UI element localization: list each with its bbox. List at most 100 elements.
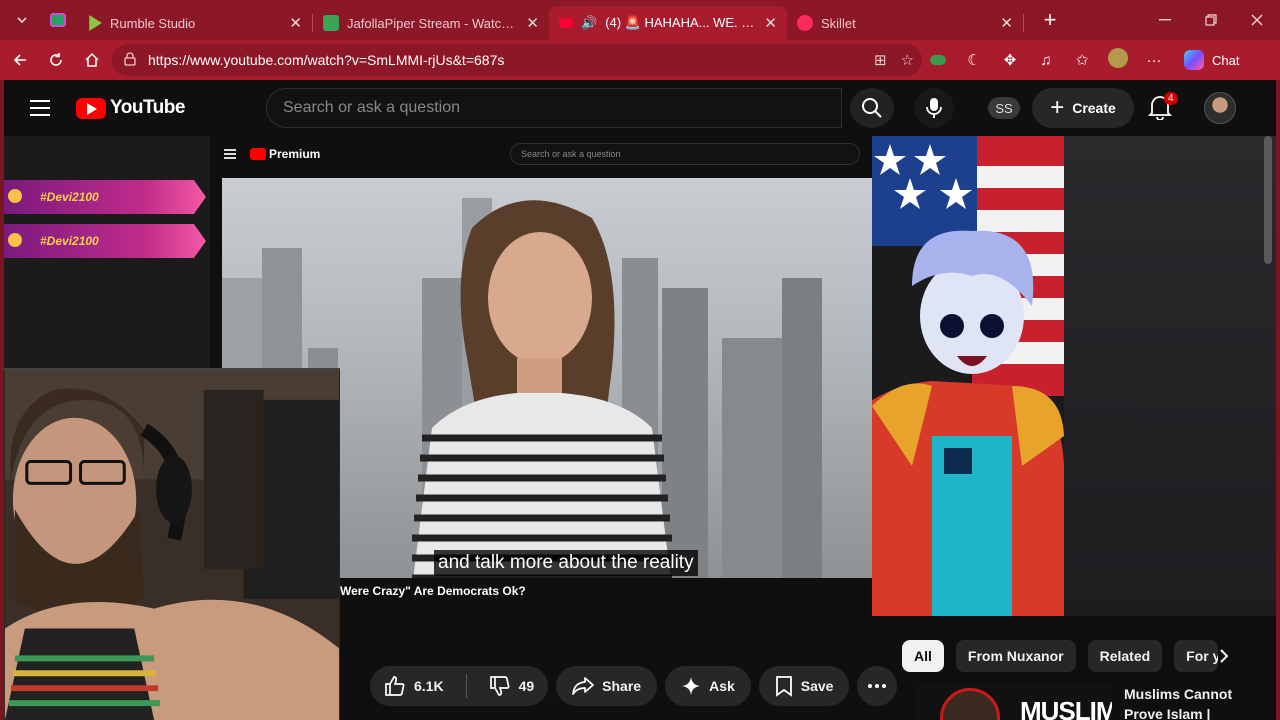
favorites-icon[interactable]: ✩ <box>1072 51 1092 69</box>
copilot-chat-button[interactable]: Chat <box>1184 46 1239 74</box>
plus-icon: + <box>1050 94 1065 121</box>
inner-youtube-header: Premium Search or ask a question <box>210 136 878 174</box>
tab-label: (4) 🚨 HAHAHA... WE. JUST. W <box>605 15 757 30</box>
chevron-right-icon <box>1220 649 1229 663</box>
related-filter-chips: All From Nuxanor Related For y <box>902 640 1219 672</box>
recommended-video-title[interactable]: Muslims Cannot Prove Islam | <box>1124 684 1254 720</box>
more-options-icon[interactable]: ··· <box>1144 52 1164 69</box>
profile-avatar-icon[interactable] <box>1108 48 1128 72</box>
streamer-webcam <box>4 368 340 720</box>
youtube-page: YouTube SS + Create 4 <box>4 80 1276 720</box>
chip-all[interactable]: All <box>902 640 944 672</box>
overlay-tag: #Devi2100 <box>4 180 206 214</box>
more-actions-button[interactable] <box>857 666 898 706</box>
inner-menu-icon <box>224 149 236 159</box>
tab-label: Rumble Studio <box>110 15 196 31</box>
favorite-star-icon[interactable]: ☆ <box>901 51 914 69</box>
restore-button[interactable] <box>1188 0 1234 40</box>
ss-badge[interactable]: SS <box>988 97 1020 119</box>
stream-overlay-panel: #Devi2100 #Devi2100 <box>4 136 210 376</box>
dark-reader-moon-icon[interactable]: ☾ <box>964 51 984 69</box>
media-control-icon[interactable]: ♫ <box>1036 52 1056 69</box>
new-tab-button[interactable]: + <box>1030 4 1070 36</box>
video-caption: and talk more about the reality <box>434 550 698 576</box>
lock-icon[interactable] <box>124 51 138 69</box>
tab-rumble-studio[interactable]: Rumble Studio ✕ <box>76 6 312 40</box>
tab-youtube-active[interactable]: 🔊 (4) 🚨 HAHAHA... WE. JUST. W ✕ <box>549 6 787 40</box>
chips-next-button[interactable] <box>1208 640 1240 672</box>
workspaces-icon[interactable] <box>40 4 76 36</box>
recommended-video-thumbnail[interactable]: MUSLIMS <box>916 684 1112 720</box>
tab-label: Skillet <box>821 15 856 31</box>
home-icon <box>85 52 99 67</box>
share-button[interactable]: Share <box>556 666 658 706</box>
home-button[interactable] <box>74 44 110 76</box>
url-bar[interactable]: https://www.youtube.com/watch?v=SmLMMI-r… <box>112 44 922 76</box>
youtube-music-favicon-icon <box>797 15 813 31</box>
save-label: Save <box>800 678 834 694</box>
kick-favicon-icon <box>323 15 339 31</box>
voice-search-button[interactable] <box>914 88 954 128</box>
like-count: 6.1K <box>414 678 444 694</box>
tab-divider <box>1023 14 1024 32</box>
inner-video-title: Were Crazy" Are Democrats Ok? <box>340 584 526 598</box>
address-toolbar: https://www.youtube.com/watch?v=SmLMMI-r… <box>0 40 1280 80</box>
rumble-favicon-icon <box>89 15 102 31</box>
vtuber-avatar-overlay <box>872 136 1064 616</box>
tab-actions-chevron-icon[interactable] <box>4 4 40 36</box>
building <box>722 338 782 578</box>
youtube-header: YouTube SS + Create 4 <box>4 80 1276 136</box>
ask-label: Ask <box>709 678 735 694</box>
extension-toggle-icon[interactable] <box>928 52 948 69</box>
search-input[interactable] <box>283 99 841 117</box>
tab-label: JafollaPiper Stream - Watch Live o <box>347 15 518 31</box>
back-button[interactable] <box>2 44 38 76</box>
app-available-icon[interactable]: ⊞ <box>874 51 887 69</box>
close-tab-icon[interactable]: ✕ <box>764 14 777 32</box>
more-horizontal-icon <box>868 684 887 688</box>
like-dislike-group: 6.1K 49 <box>370 666 549 706</box>
building <box>782 278 822 578</box>
search-button[interactable] <box>850 88 894 128</box>
share-label: Share <box>602 678 642 694</box>
thumbs-up-icon <box>385 676 405 696</box>
close-tab-icon[interactable]: ✕ <box>1000 14 1013 32</box>
search-icon <box>862 98 882 118</box>
chat-label: Chat <box>1212 52 1240 68</box>
minimize-button[interactable] <box>1142 0 1188 40</box>
video-actions-bar: 6.1K 49 Share Ask Save <box>370 666 898 706</box>
hamburger-menu-icon[interactable] <box>28 96 52 120</box>
inner-youtube-logo: Premium <box>250 147 320 161</box>
copilot-icon <box>1184 50 1204 70</box>
extensions-puzzle-icon[interactable]: ✥ <box>1000 51 1020 69</box>
refresh-icon <box>50 53 62 66</box>
refresh-button[interactable] <box>38 44 74 76</box>
search-box[interactable] <box>266 88 842 128</box>
close-tab-icon[interactable]: ✕ <box>526 14 539 32</box>
like-button[interactable]: 6.1K <box>370 666 458 706</box>
save-button[interactable]: Save <box>758 666 850 706</box>
dislike-count: 49 <box>518 678 535 694</box>
chip-related[interactable]: Related <box>1087 640 1163 672</box>
chip-from-nuxanor[interactable]: From Nuxanor <box>955 640 1076 672</box>
account-avatar[interactable] <box>1204 92 1236 124</box>
close-window-button[interactable] <box>1234 0 1280 40</box>
bookmark-icon <box>775 676 792 697</box>
notification-count-badge: 4 <box>1164 92 1178 105</box>
url-text[interactable]: https://www.youtube.com/watch?v=SmLMMI-r… <box>148 52 504 68</box>
ask-button[interactable]: Ask <box>665 666 751 706</box>
plus-icon: + <box>1043 7 1057 32</box>
interviewee-person <box>412 200 672 578</box>
dislike-button[interactable]: 49 <box>475 666 549 706</box>
youtube-logo[interactable]: YouTube <box>76 97 185 119</box>
page-scrollbar[interactable] <box>1264 136 1272 264</box>
create-label: Create <box>1072 100 1116 116</box>
speaker-icon[interactable]: 🔊 <box>581 15 597 31</box>
browser-window: Rumble Studio ✕ JafollaPiper Stream - Wa… <box>0 0 1280 720</box>
tab-skillet[interactable]: Skillet ✕ <box>787 6 1023 40</box>
notifications-button[interactable]: 4 <box>1147 92 1178 122</box>
create-button[interactable]: + Create <box>1032 88 1134 128</box>
tab-jafollapiper-stream[interactable]: JafollaPiper Stream - Watch Live o ✕ <box>313 6 549 40</box>
close-tab-icon[interactable]: ✕ <box>289 14 302 32</box>
microphone-icon <box>926 98 942 118</box>
